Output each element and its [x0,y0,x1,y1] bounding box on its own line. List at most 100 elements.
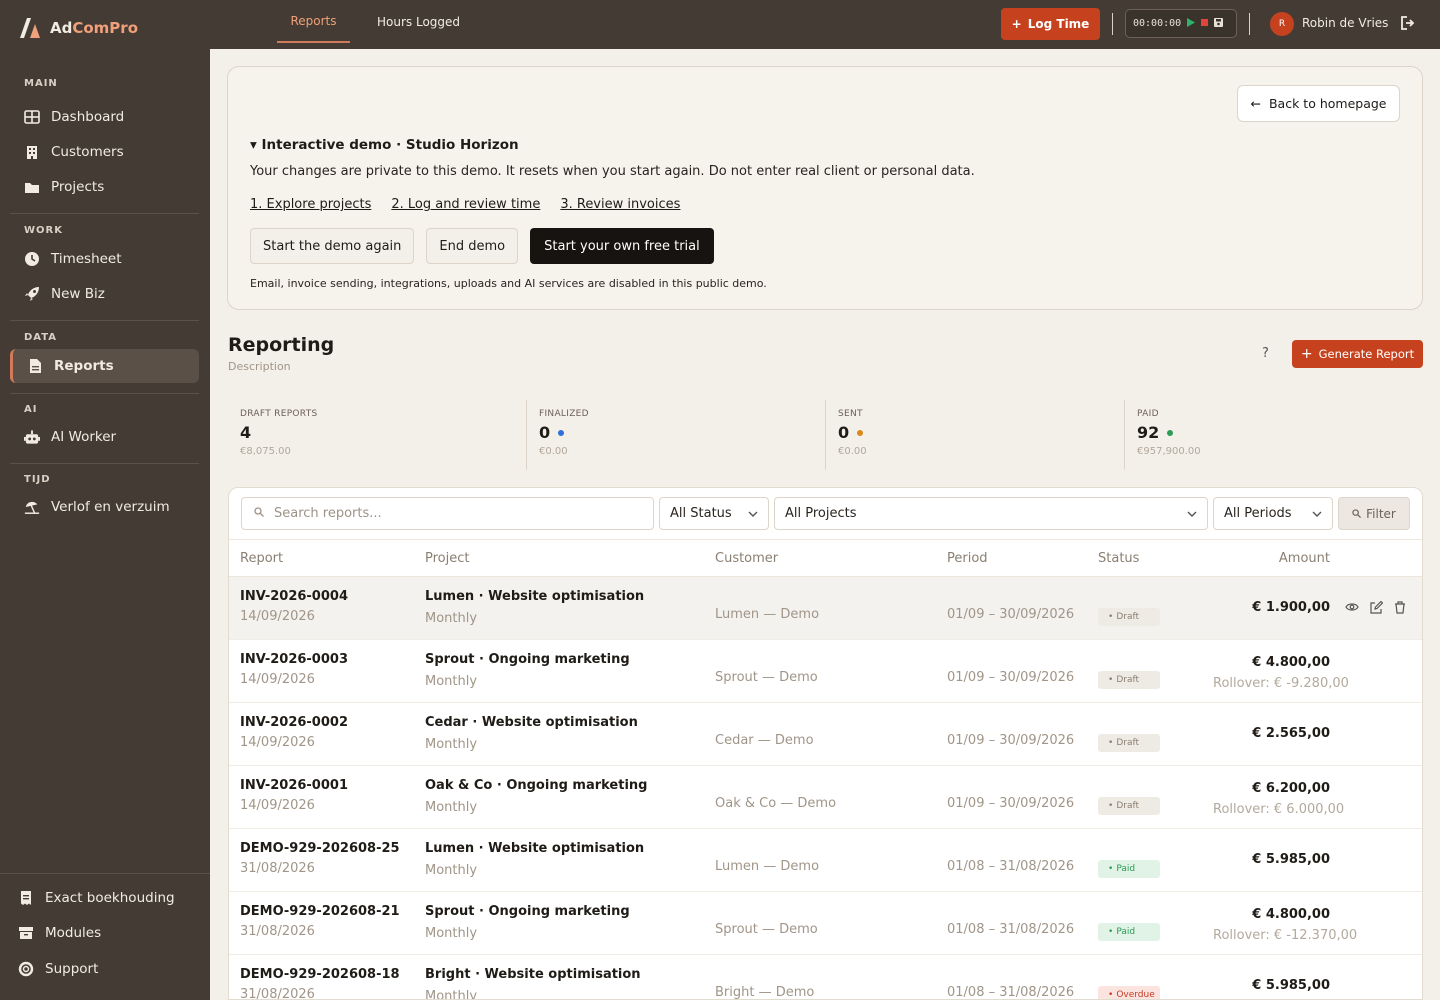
report-id[interactable]: INV-2026-0003 [240,652,348,667]
report-date: 31/08/2026 [240,987,315,1000]
col-report[interactable]: Report [240,551,283,566]
report-id[interactable]: DEMO-929-202608-18 [240,967,400,982]
stop-icon[interactable] [1201,18,1209,29]
col-customer[interactable]: Customer [715,551,778,566]
stats-row: DRAFT REPORTS 4 €8,075.00 FINALIZED 0 €0… [228,400,1423,470]
rollover: Rollover: € 6.000,00 [1213,802,1345,817]
user-name[interactable]: Robin de Vries [1302,16,1388,30]
periods-select-value: All Periods [1224,506,1292,521]
trash-icon[interactable] [1394,601,1406,618]
report-date: 31/08/2026 [240,861,315,876]
table-header: Report Project Customer Period Status Am… [229,539,1422,577]
timer-widget: 00:00:00 [1125,9,1237,38]
col-amount[interactable]: Amount [1279,551,1330,566]
stat-label: PAID [1137,409,1159,419]
report-id[interactable]: INV-2026-0004 [240,589,348,604]
project-name: Oak & Co · Ongoing marketing [425,778,648,793]
project-frequency: Monthly [425,863,478,878]
status-badge: • Draft [1098,671,1160,689]
amount: € 1.900,00 [1252,600,1330,615]
stat-label: SENT [838,409,863,419]
status-badge: • Draft [1098,608,1160,626]
folder-icon [24,179,40,195]
generate-report-button[interactable]: + Generate Report [1292,340,1423,368]
col-project[interactable]: Project [425,551,469,566]
sidebar-item-support[interactable]: Support [0,952,210,986]
report-date: 14/09/2026 [240,609,315,624]
demo-link-log-time[interactable]: 2. Log and review time [391,197,540,212]
sidebar-item-dashboard[interactable]: Dashboard [0,100,210,134]
lifebuoy-icon [18,961,34,977]
sidebar-item-timesheet[interactable]: Timesheet [0,242,210,276]
sidebar-label-customers: Customers [51,144,124,160]
sidebar-item-projects[interactable]: Projects [0,170,210,204]
sidebar-item-newbiz[interactable]: New Biz [0,277,210,311]
report-id[interactable]: INV-2026-0002 [240,715,348,730]
start-trial-button[interactable]: Start your own free trial [530,228,714,264]
building-icon [24,144,40,160]
table-row[interactable]: INV-2026-0002 14/09/2026 Cedar · Website o… [229,703,1422,766]
search-input[interactable]: Search reports... [241,497,654,530]
end-demo-button[interactable]: End demo [426,228,519,264]
sidebar-label-timesheet: Timesheet [51,251,122,267]
sidebar-item-reports[interactable]: Reports [10,349,199,383]
table-row[interactable]: INV-2026-0001 14/09/2026 Oak & Co · Ongoin… [229,766,1422,829]
document-icon [27,358,43,374]
project-name: Bright · Website optimisation [425,967,641,982]
arrow-left-icon: ← [1250,96,1261,111]
edit-icon[interactable] [1370,600,1384,618]
periods-select[interactable]: All Periods [1213,497,1333,530]
project-frequency: Monthly [425,674,478,689]
customer-name: Sprout — Demo [715,922,818,937]
demo-link-explore[interactable]: 1. Explore projects [250,197,371,212]
box-icon [18,925,34,941]
status-select[interactable]: All Status [659,497,769,530]
projects-select[interactable]: All Projects [774,497,1208,530]
eye-icon[interactable] [1345,601,1359,618]
demo-title[interactable]: ▾ Interactive demo · Studio Horizon [250,137,519,153]
back-to-homepage-button[interactable]: ← Back to homepage [1237,85,1400,122]
sidebar-item-customers[interactable]: Customers [0,135,210,169]
customer-name: Bright — Demo [715,985,815,1000]
help-icon[interactable]: ? [1262,346,1269,361]
report-id[interactable]: DEMO-929-202608-21 [240,904,400,919]
log-time-button[interactable]: + Log Time [1001,8,1100,40]
tab-reports[interactable]: Reports [277,0,350,43]
sidebar-item-exact[interactable]: Exact boekhouding [0,881,210,915]
table-row[interactable]: INV-2026-0004 14/09/2026 Lumen · Website o… [229,577,1422,640]
sidebar-item-verlof[interactable]: Verlof en verzuim [0,490,210,524]
col-status[interactable]: Status [1098,551,1139,566]
period: 01/08 – 31/08/2026 [947,922,1075,937]
sidebar-item-modules[interactable]: Modules [0,916,210,950]
table-row[interactable]: DEMO-929-202608-25 31/08/2026 Lumen · Webs… [229,829,1422,892]
col-period[interactable]: Period [947,551,988,566]
report-id[interactable]: INV-2026-0001 [240,778,348,793]
status-text: Draft [1116,675,1139,685]
demo-note: Email, invoice sending, integrations, up… [250,277,767,290]
period: 01/09 – 30/09/2026 [947,733,1075,748]
demo-link-invoices[interactable]: 3. Review invoices [560,197,680,212]
status-badge: • Draft [1098,734,1160,752]
customer-name: Oak & Co — Demo [715,796,837,811]
customer-name: Lumen — Demo [715,607,820,622]
topbar-separator [1249,13,1250,35]
logout-icon[interactable] [1400,16,1415,34]
save-icon[interactable] [1214,17,1224,30]
filter-button[interactable]: Filter [1338,497,1410,530]
logo[interactable]: AdComPro [0,0,210,56]
play-icon[interactable] [1187,17,1196,30]
dashboard-icon [24,109,40,125]
tab-hours-logged[interactable]: Hours Logged [377,0,460,43]
restart-demo-button[interactable]: Start the demo again [250,228,415,264]
avatar[interactable]: R [1270,12,1294,36]
stat-value: 0 [539,423,551,442]
rocket-icon [24,286,40,302]
table-row[interactable]: DEMO-929-202608-21 31/08/2026 Sprout · Ong… [229,892,1422,955]
topbar-separator [1112,13,1113,35]
section-data: DATA [24,332,58,343]
customer-name: Sprout — Demo [715,670,818,685]
table-row[interactable]: INV-2026-0003 14/09/2026 Sprout · Ongoing … [229,640,1422,703]
sidebar-item-aiworker[interactable]: AI Worker [0,420,210,454]
report-id[interactable]: DEMO-929-202608-25 [240,841,400,856]
table-row[interactable]: DEMO-929-202608-18 31/08/2026 Bright · Web… [229,955,1422,1000]
